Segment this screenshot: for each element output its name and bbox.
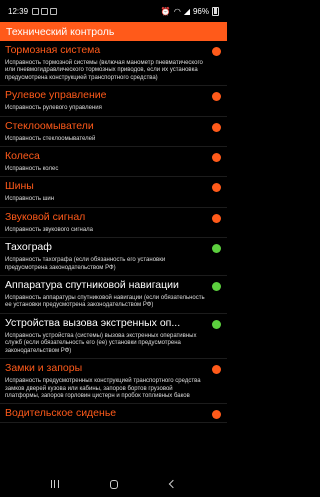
check-item-title: Шины	[5, 180, 34, 193]
check-item-satellite-navigation[interactable]: Аппаратура спутниковой навигации Исправн…	[0, 276, 227, 314]
check-item-locks[interactable]: Замки и запоры Исправность предусмотренн…	[0, 359, 227, 405]
status-dot-icon	[212, 244, 221, 254]
check-item-title: Водительское сиденье	[5, 407, 117, 420]
check-item-title: Стеклоомыватели	[5, 119, 94, 132]
check-item-driver-seat[interactable]: Водительское сиденье	[0, 404, 227, 424]
check-item-description: Исправность тахографа (если обязанность …	[5, 257, 166, 271]
system-icons: ⏰ ◠ ◢ 96%	[160, 6, 219, 16]
recents-icon[interactable]	[50, 480, 59, 488]
status-dot-icon	[212, 47, 221, 56]
check-item-title: Тахограф	[5, 241, 52, 254]
system-nav-bar	[0, 471, 227, 497]
battery-icon	[212, 6, 219, 16]
check-item-description: Исправность рулевого управления	[5, 105, 102, 112]
page-title: Технический контроль	[6, 25, 115, 38]
check-item-title: Тормозная система	[5, 44, 101, 56]
check-list: Тормозная система Исправность тормозной …	[0, 41, 227, 471]
status-dot-icon	[212, 282, 221, 292]
status-dot-icon	[212, 92, 221, 102]
wifi-icon: ◠	[173, 6, 181, 16]
battery-percent: 96%	[192, 6, 209, 16]
notification-icon	[32, 7, 40, 15]
check-item-title: Замки и запоры	[5, 362, 83, 375]
check-item-description: Исправность шин	[5, 196, 55, 203]
status-dot-icon	[212, 122, 221, 132]
check-item-title: Устройства вызова экстренных оп...	[5, 316, 181, 329]
check-item-steering[interactable]: Рулевое управление Исправность рулевого …	[0, 86, 227, 117]
check-item-description: Исправность звукового сигнала	[5, 226, 93, 233]
check-item-washers[interactable]: Стеклоомыватели Исправность стеклоомыват…	[0, 117, 227, 148]
check-item-description: Исправность колес	[5, 166, 59, 173]
signal-icon: ◢	[183, 6, 190, 16]
check-item-title: Звуковой сигнал	[5, 210, 86, 223]
check-item-emergency-call[interactable]: Устройства вызова экстренных оп... Испра…	[0, 314, 227, 360]
check-item-title: Колеса	[5, 150, 40, 163]
app-header: Технический контроль	[0, 22, 227, 41]
status-dot-icon	[212, 319, 221, 329]
check-item-tires[interactable]: Шины Исправность шин	[0, 177, 227, 208]
check-item-brakes[interactable]: Тормозная система Исправность тормозной …	[0, 41, 227, 87]
check-item-description: Исправность предусмотренных конструкцией…	[5, 378, 201, 399]
notification-icon	[41, 7, 49, 15]
check-item-description: Исправность тормозной системы (включая м…	[5, 60, 203, 81]
alarm-icon: ⏰	[160, 6, 171, 16]
check-item-wheels[interactable]: Колеса Исправность колес	[0, 147, 227, 178]
status-dot-icon	[212, 183, 221, 193]
check-item-description: Исправность стеклоомывателей	[5, 135, 96, 142]
status-time: 12:39	[8, 6, 29, 16]
home-icon[interactable]	[110, 479, 119, 489]
status-bar: 12:39 ⏰ ◠ ◢ 96%	[0, 0, 227, 22]
check-item-title: Аппаратура спутниковой навигации	[5, 279, 179, 292]
status-dot-icon	[212, 410, 221, 420]
check-item-description: Исправность аппаратуры спутниковой навиг…	[5, 295, 205, 309]
notification-icon	[50, 7, 58, 15]
back-icon[interactable]	[168, 479, 178, 489]
status-dot-icon	[212, 365, 221, 375]
notification-icons	[32, 7, 58, 15]
status-dot-icon	[212, 213, 221, 223]
check-item-description: Исправность устройства (системы) вызова …	[5, 332, 197, 354]
check-item-tachograph[interactable]: Тахограф Исправность тахографа (если обя…	[0, 238, 227, 277]
check-item-horn[interactable]: Звуковой сигнал Исправность звукового си…	[0, 208, 227, 239]
check-item-title: Рулевое управление	[5, 89, 107, 102]
status-dot-icon	[212, 153, 221, 163]
